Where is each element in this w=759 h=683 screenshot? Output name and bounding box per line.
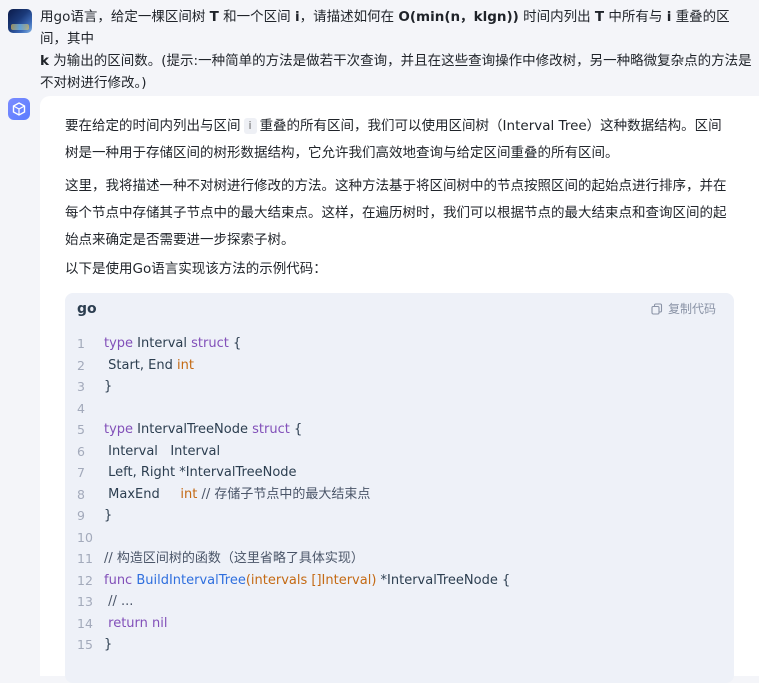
cube-icon: [12, 102, 26, 116]
code-line: 3}: [65, 376, 734, 398]
copy-code-label: 复制代码: [667, 302, 716, 316]
code-text: Start, End int: [104, 357, 194, 373]
code-text: // ...: [108, 594, 134, 609]
line-number: 9: [77, 508, 85, 523]
answer-paragraph-3: 以下是使用Go语言实现该方法的示例代码：: [65, 261, 327, 277]
code-line: 8 MaxEnd int // 存储子节点中的最大结束点: [65, 484, 734, 506]
line-number: 11: [77, 551, 93, 566]
user-text-part: 中所有与: [604, 9, 667, 25]
user-text-part: 用go语言，给定一棵区间树: [40, 9, 210, 25]
line-number: 5: [77, 422, 85, 437]
line-number: 7: [77, 465, 85, 480]
code-text: Interval Interval: [104, 443, 221, 459]
assistant-message-card: 要在给定的时间内列出与区间 i 重叠的所有区间，我们可以使用区间树（Interval…: [40, 96, 759, 683]
user-text-part: 为输出的区间数。(提示:一种简单的方法是做若干次查询，并且在这些查询操作中修改树…: [48, 53, 752, 69]
code-text: type Interval struct {: [104, 336, 242, 351]
user-text-part: T: [209, 9, 219, 25]
code-line: 10: [65, 527, 734, 549]
copy-code-button[interactable]: 复制代码: [651, 300, 716, 317]
line-number: 6: [77, 443, 85, 459]
code-text: // 构造区间树的函数（这里省略了具体实现）: [104, 551, 364, 566]
code-lines: 1 type Interval struct {2 Start, End int 3…: [65, 333, 734, 656]
code-text: MaxEnd int // 存储子节点中的最大结束点: [104, 486, 371, 502]
code-line: 15}: [65, 634, 734, 656]
assistant-avatar-icon: [8, 98, 30, 120]
user-text-part: 时间内列出: [518, 9, 595, 25]
line-number: 8: [77, 486, 85, 502]
line-number: 13: [77, 594, 93, 609]
line-number: 12: [77, 572, 93, 588]
code-line: 12 func BuildIntervalTree(intervals []Int…: [65, 570, 734, 592]
code-text: func BuildIntervalTree(intervals []Inter…: [104, 572, 511, 588]
code-line: 9}: [65, 505, 734, 527]
code-line: 11 // 构造区间树的函数（这里省略了具体实现）: [65, 548, 734, 570]
user-message: 用go语言，给定一棵区间树 T 和一个区间 i，请描述如何在 O(min(n，k…: [0, 0, 759, 96]
answer-text: 要在给定的时间内列出与区间: [65, 118, 241, 134]
user-text-part: k: [40, 53, 49, 69]
answer-paragraph-1: 要在给定的时间内列出与区间 i 重叠的所有区间，我们可以使用区间树（Interval…: [65, 113, 735, 167]
line-number: 15: [77, 637, 93, 652]
line-number: 4: [77, 400, 85, 416]
copy-icon: [651, 302, 663, 315]
code-line: 4: [65, 398, 734, 420]
code-block: go 复制代码 1 type Interval struct { 2 Start, …: [65, 293, 734, 683]
code-line: 1 type Interval struct {: [65, 333, 734, 355]
line-number: 1: [77, 336, 85, 351]
line-number: 3: [77, 379, 85, 394]
code-text: type IntervalTreeNode struct {: [104, 422, 303, 437]
user-text-part: T: [594, 9, 605, 25]
code-line: 14 return nil: [65, 613, 734, 635]
user-text-part: ，请描述如何在: [299, 9, 399, 25]
code-line: 6 Interval Interval: [65, 441, 734, 463]
answer-paragraph-2: 这里，我将描述一种不对树进行修改的方法。这种方法基于将区间树中的节点按照区间的起…: [65, 178, 727, 248]
user-text-part: 和一个区间: [218, 9, 295, 25]
code-text: }: [104, 379, 113, 394]
code-text: return nil: [108, 615, 168, 631]
code-line: 5 type IntervalTreeNode struct {: [65, 419, 734, 441]
code-line: 7 Left, Right *IntervalTreeNode: [65, 462, 734, 484]
code-language-label: go: [77, 301, 97, 317]
line-number: 14: [77, 615, 93, 631]
code-text: }: [104, 637, 113, 652]
user-text-part: 不对树进行修改。): [40, 75, 147, 91]
line-number: 10: [77, 529, 93, 545]
code-line: 2 Start, End int: [65, 355, 734, 377]
inline-code: i: [243, 118, 257, 134]
code-text: Left, Right *IntervalTreeNode: [104, 465, 297, 480]
line-number: 2: [77, 357, 85, 373]
user-avatar: [8, 9, 32, 33]
user-text-part: O(min(n，klgn)): [398, 9, 519, 25]
code-text: }: [104, 508, 113, 523]
user-message-text: 用go语言，给定一棵区间树 T 和一个区间 i，请描述如何在 O(min(n，k…: [40, 6, 752, 94]
code-line: 13 // ...: [65, 591, 734, 613]
